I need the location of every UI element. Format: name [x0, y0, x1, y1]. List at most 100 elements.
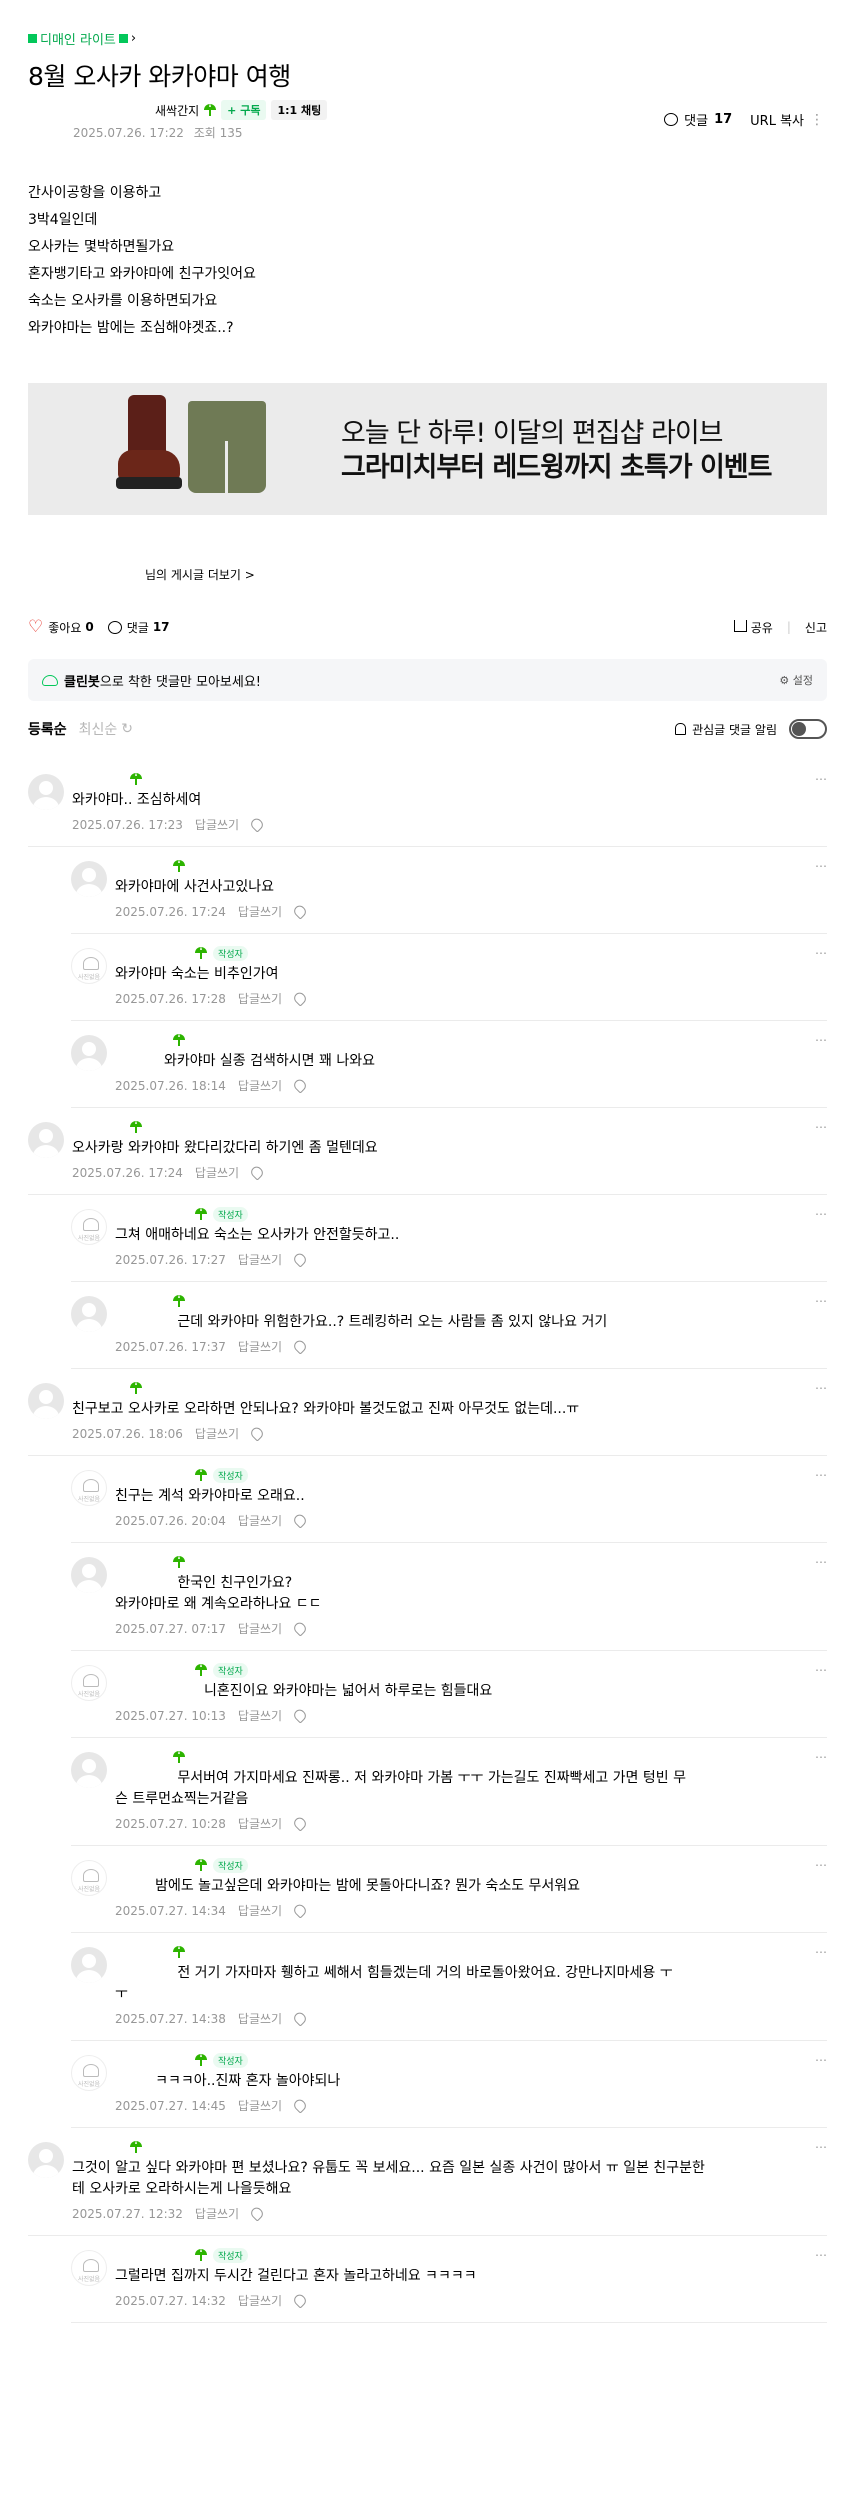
reply-button[interactable]: 답글쓰기: [238, 1338, 282, 1355]
reply-button[interactable]: 답글쓰기: [238, 2010, 282, 2027]
comment-like-icon[interactable]: [291, 1077, 309, 1094]
comment-like-icon[interactable]: [248, 816, 266, 833]
comment-more-icon[interactable]: ⋯: [815, 2053, 827, 2067]
comment-more-icon[interactable]: ⋯: [815, 1750, 827, 1764]
heart-icon[interactable]: ♡: [28, 617, 43, 637]
avatar[interactable]: [71, 1296, 107, 1332]
writer-badge: 작성자: [213, 1662, 248, 1678]
reply-button[interactable]: 답글쓰기: [195, 2205, 239, 2222]
avatar[interactable]: [28, 1122, 64, 1158]
comment-more-icon[interactable]: ⋯: [815, 1207, 827, 1221]
sort-latest-tab[interactable]: 최신순: [79, 719, 118, 739]
reply-button[interactable]: 답글쓰기: [238, 903, 282, 920]
comment-more-icon[interactable]: ⋯: [815, 2140, 827, 2154]
avatar[interactable]: [71, 1947, 107, 1983]
avatar[interactable]: [28, 1383, 64, 1419]
chat-button[interactable]: 1:1 채팅: [271, 100, 328, 120]
avatar[interactable]: [71, 1860, 107, 1896]
comment-footer: 2025.07.26. 20:04 답글쓰기: [115, 1512, 827, 1529]
cleanbot-bar[interactable]: 클린봇 으로 착한 댓글만 모아보세요! ⚙ 설정: [28, 659, 827, 701]
avatar[interactable]: [71, 1665, 107, 1701]
report-button[interactable]: 신고: [805, 619, 827, 636]
reply-button[interactable]: 답글쓰기: [238, 990, 282, 1007]
comment-like-icon[interactable]: [248, 1164, 266, 1181]
comment-link[interactable]: 댓글: [684, 110, 708, 129]
avatar[interactable]: [71, 1035, 107, 1071]
comment-like-icon[interactable]: [291, 2010, 309, 2027]
comment-more-icon[interactable]: ⋯: [815, 772, 827, 786]
comment-label[interactable]: 댓글: [127, 619, 149, 636]
reply-button[interactable]: 답글쓰기: [195, 1164, 239, 1181]
comment-more-icon[interactable]: ⋯: [815, 1120, 827, 1134]
comment-like-icon[interactable]: [291, 990, 309, 1007]
comment-more-icon[interactable]: ⋯: [815, 1945, 827, 1959]
comment-more-icon[interactable]: ⋯: [815, 946, 827, 960]
avatar[interactable]: [71, 1752, 107, 1788]
comment-text: 전 거기 가자마자 휑하고 쎄해서 힘들겠는데 거의 바로돌아왔어요. 강만나지…: [115, 1965, 673, 2002]
comment-more-icon[interactable]: ⋯: [815, 1555, 827, 1569]
like-label[interactable]: 좋아요: [48, 619, 81, 636]
cleanbot-setting-button[interactable]: ⚙ 설정: [779, 672, 813, 688]
cafe-link[interactable]: 디매인 라이트 ›: [28, 29, 136, 48]
sprout-icon: [173, 1034, 185, 1046]
sprout-icon: [130, 773, 142, 785]
comment-more-icon[interactable]: ⋯: [815, 2248, 827, 2262]
reply-button[interactable]: 답글쓰기: [238, 1620, 282, 1637]
avatar[interactable]: [71, 2055, 107, 2091]
avatar[interactable]: [71, 861, 107, 897]
comment-more-icon[interactable]: ⋯: [815, 859, 827, 873]
reply-comment-item: 작성자그쳐 애매하네요 숙소는 오사카가 안전할듯하고.. 2025.07.26.…: [71, 1195, 827, 1282]
cafe-square-icon: [118, 34, 128, 43]
more-options-icon[interactable]: ⋮: [810, 112, 824, 128]
comment-like-icon[interactable]: [291, 1512, 309, 1529]
comment-like-icon[interactable]: [291, 2097, 309, 2114]
avatar[interactable]: [28, 2142, 64, 2178]
comment-more-icon[interactable]: ⋯: [815, 1294, 827, 1308]
comment-more-icon[interactable]: ⋯: [815, 1858, 827, 1872]
ad-banner[interactable]: 오늘 단 하루! 이달의 편집샵 라이브 그라미치부터 레드윙까지 초특가 이벤…: [28, 383, 827, 515]
comment-like-icon[interactable]: [291, 1620, 309, 1637]
url-copy-button[interactable]: URL 복사: [750, 110, 804, 129]
avatar[interactable]: [71, 948, 107, 984]
share-button[interactable]: 공유: [733, 619, 773, 636]
post-date: 2025.07.26. 17:22: [73, 126, 184, 140]
comment-like-icon[interactable]: [291, 1338, 309, 1355]
reply-button[interactable]: 답글쓰기: [238, 2292, 282, 2309]
comment-more-icon[interactable]: ⋯: [815, 1663, 827, 1677]
comment-date: 2025.07.26. 18:06: [72, 1426, 183, 1441]
comment-more-icon[interactable]: ⋯: [815, 1381, 827, 1395]
reply-button[interactable]: 답글쓰기: [238, 1815, 282, 1832]
comment-like-icon[interactable]: [248, 1425, 266, 1442]
avatar[interactable]: [71, 1209, 107, 1245]
comment-like-icon[interactable]: [291, 1707, 309, 1724]
writer-badge: 작성자: [213, 1857, 248, 1873]
comment-like-icon[interactable]: [291, 903, 309, 920]
avatar[interactable]: [71, 1557, 107, 1593]
reply-button[interactable]: 답글쓰기: [195, 1425, 239, 1442]
comment-like-icon[interactable]: [291, 1251, 309, 1268]
sort-registered-tab[interactable]: 등록순: [28, 719, 67, 739]
reply-button[interactable]: 답글쓰기: [238, 1707, 282, 1724]
reply-button[interactable]: 답글쓰기: [238, 2097, 282, 2114]
comment-text: 한국인 친구인가요? 와카야마로 왜 계속오라하나요 ㄷㄷ: [115, 1575, 322, 1612]
reply-button[interactable]: 답글쓰기: [195, 816, 239, 833]
reply-button[interactable]: 답글쓰기: [238, 1512, 282, 1529]
comment-like-icon[interactable]: [291, 2292, 309, 2309]
reply-button[interactable]: 답글쓰기: [238, 1077, 282, 1094]
comment-like-icon[interactable]: [248, 2205, 266, 2222]
comment-more-icon[interactable]: ⋯: [815, 1033, 827, 1047]
avatar[interactable]: [71, 2250, 107, 2286]
reply-button[interactable]: 답글쓰기: [238, 1902, 282, 1919]
writer-nickname[interactable]: 새싹간지: [155, 102, 199, 119]
avatar[interactable]: [28, 774, 64, 810]
reply-button[interactable]: 답글쓰기: [238, 1251, 282, 1268]
subscribe-button[interactable]: + 구독: [221, 100, 267, 120]
more-posts-link[interactable]: 님의 게시글 더보기 >: [145, 566, 255, 583]
comment-like-icon[interactable]: [291, 1815, 309, 1832]
comment-like-icon[interactable]: [291, 1902, 309, 1919]
comment-more-icon[interactable]: ⋯: [815, 1468, 827, 1482]
comment-alert-toggle[interactable]: [789, 719, 827, 739]
refresh-icon[interactable]: ↻: [121, 721, 133, 737]
avatar[interactable]: [71, 1470, 107, 1506]
comment-header: [72, 772, 827, 786]
